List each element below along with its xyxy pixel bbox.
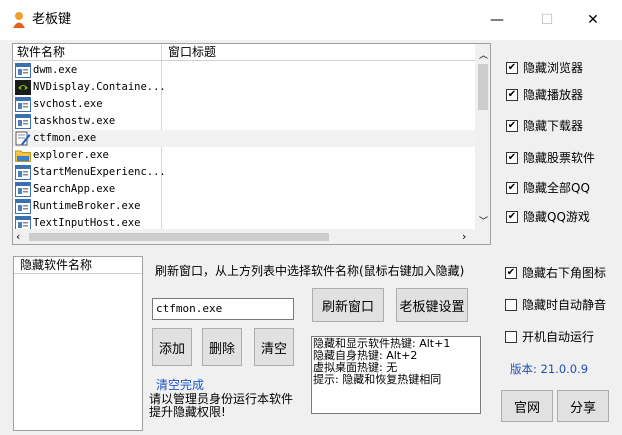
- option-label: 隐藏全部QQ: [523, 181, 590, 195]
- process-list-header: 软件名称 窗口标题: [13, 44, 475, 61]
- process-name: taskhostw.exe: [33, 115, 116, 127]
- refresh-window-button[interactable]: 刷新窗口: [312, 288, 384, 322]
- horizontal-scroll-thumb[interactable]: [29, 233, 329, 241]
- option-label: 隐藏QQ游戏: [523, 210, 590, 224]
- empty-checkbox-icon[interactable]: [505, 298, 517, 311]
- hidden-software-list[interactable]: 隐藏软件名称: [13, 256, 143, 431]
- option-checkbox[interactable]: ✔ 隐藏QQ游戏: [506, 208, 590, 225]
- option-checkbox[interactable]: ✔ 隐藏播放器: [506, 86, 583, 103]
- option-label: 开机自动运行: [522, 330, 595, 344]
- software-name-input[interactable]: ctfmon.exe: [152, 298, 294, 320]
- status-text: 清空完成: [156, 378, 205, 392]
- notepad-pen-icon: [15, 131, 31, 146]
- option-checkbox[interactable]: ✔ 隐藏右下角图标: [505, 264, 606, 281]
- vertical-scrollbar[interactable]: ︿ ﹀: [475, 44, 490, 229]
- scroll-up-icon[interactable]: ︿: [479, 48, 488, 61]
- boss-key-settings-button[interactable]: 老板键设置: [396, 288, 468, 322]
- option-label: 隐藏时自动静音: [522, 298, 607, 312]
- hint-text: 刷新窗口，从上方列表中选择软件名称(鼠标右键加入隐藏): [155, 264, 465, 278]
- minimize-icon: —: [490, 12, 504, 28]
- process-name: svchost.exe: [33, 98, 103, 110]
- window-app-icon: [15, 199, 31, 214]
- option-checkbox[interactable]: ✔ 隐藏下载器: [506, 117, 583, 134]
- checkmark-icon[interactable]: ✔: [506, 119, 518, 132]
- horizontal-scrollbar[interactable]: ‹ ›: [13, 229, 490, 244]
- option-label: 隐藏右下角图标: [522, 266, 607, 280]
- version-text: 版本: 21.0.0.9: [510, 362, 589, 376]
- option-checkbox[interactable]: ✔ 隐藏股票软件: [506, 149, 595, 166]
- vertical-scroll-thumb[interactable]: [478, 64, 488, 110]
- window-title: 老板键: [32, 12, 72, 27]
- add-button[interactable]: 添加: [152, 328, 192, 366]
- process-name: explorer.exe: [33, 149, 109, 161]
- process-list[interactable]: 软件名称 窗口标题 dwm.exe NVDisplay.Containe... sv…: [12, 43, 491, 245]
- process-name: StartMenuExperienc...: [33, 166, 166, 178]
- process-name: RuntimeBroker.exe: [33, 200, 141, 212]
- option-checkbox[interactable]: 隐藏时自动静音: [505, 296, 606, 313]
- checkmark-icon[interactable]: ✔: [506, 61, 518, 74]
- option-label: 隐藏下载器: [523, 119, 584, 133]
- window-app-icon: [15, 63, 31, 78]
- option-checkbox[interactable]: ✔ 隐藏全部QQ: [506, 179, 590, 196]
- boss-key-app-icon: [13, 12, 25, 28]
- process-name: NVDisplay.Containe...: [33, 81, 166, 93]
- window-app-icon: [15, 182, 31, 197]
- process-row[interactable]: taskhostw.exe: [13, 113, 475, 130]
- window-app-icon: [15, 97, 31, 112]
- empty-checkbox-icon[interactable]: [505, 330, 517, 343]
- hidden-list-header: 隐藏软件名称: [14, 257, 142, 274]
- hotkey-line: 提示: 隐藏和恢复热键相同: [313, 373, 442, 386]
- checkmark-icon[interactable]: ✔: [506, 210, 518, 223]
- scroll-left-icon[interactable]: ‹: [16, 230, 20, 243]
- process-name: ctfmon.exe: [33, 132, 97, 144]
- delete-button[interactable]: 删除: [202, 328, 242, 366]
- close-icon: ✕: [587, 12, 599, 28]
- minimize-button[interactable]: —: [474, 4, 520, 36]
- process-row[interactable]: ctfmon.exe: [13, 130, 475, 147]
- process-row[interactable]: RuntimeBroker.exe: [13, 198, 475, 215]
- process-row[interactable]: SearchApp.exe: [13, 181, 475, 198]
- column-header-title[interactable]: 窗口标题: [168, 44, 216, 60]
- process-row[interactable]: svchost.exe: [13, 96, 475, 113]
- option-label: 隐藏播放器: [523, 88, 584, 102]
- column-header-hidden-name: 隐藏软件名称: [20, 258, 93, 272]
- close-button[interactable]: ✕: [570, 4, 616, 36]
- admin-notice: 请以管理员身份运行本软件 提升隐藏权限!: [149, 392, 294, 419]
- window-app-icon: [15, 114, 31, 129]
- checkmark-icon[interactable]: ✔: [506, 181, 518, 194]
- share-button[interactable]: 分享: [557, 390, 609, 422]
- window-app-icon: [15, 165, 31, 180]
- option-label: 隐藏浏览器: [523, 61, 584, 75]
- nvidia-icon: [15, 80, 31, 95]
- software-name-input-value: ctfmon.exe: [156, 302, 223, 315]
- scroll-down-icon[interactable]: ﹀: [479, 214, 488, 227]
- process-rows: dwm.exe NVDisplay.Containe... svchost.exe t…: [13, 62, 475, 231]
- process-row[interactable]: NVDisplay.Containe...: [13, 79, 475, 96]
- process-name: dwm.exe: [33, 64, 78, 76]
- process-row[interactable]: dwm.exe: [13, 62, 475, 79]
- option-checkbox[interactable]: ✔ 隐藏浏览器: [506, 59, 583, 76]
- process-row[interactable]: explorer.exe: [13, 147, 475, 164]
- column-header-name[interactable]: 软件名称: [17, 44, 65, 60]
- process-name: SearchApp.exe: [33, 183, 116, 195]
- checkmark-icon[interactable]: ✔: [506, 88, 518, 101]
- folder-icon: [15, 148, 31, 163]
- checkmark-icon[interactable]: ✔: [505, 266, 517, 279]
- checkmark-icon[interactable]: ✔: [506, 151, 518, 164]
- option-label: 隐藏股票软件: [523, 151, 596, 165]
- maximize-button: ☐: [524, 4, 570, 36]
- option-checkbox[interactable]: 开机自动运行: [505, 328, 594, 345]
- process-row[interactable]: StartMenuExperienc...: [13, 164, 475, 181]
- clear-button[interactable]: 清空: [254, 328, 294, 366]
- scroll-right-icon[interactable]: ›: [462, 230, 466, 243]
- website-button[interactable]: 官网: [501, 390, 553, 422]
- hotkey-info-box: 隐藏和显示软件热键: Alt+1 隐藏自身热键: Alt+2 虚拟桌面热键: 无提示…: [311, 336, 481, 414]
- maximize-icon: ☐: [540, 12, 554, 28]
